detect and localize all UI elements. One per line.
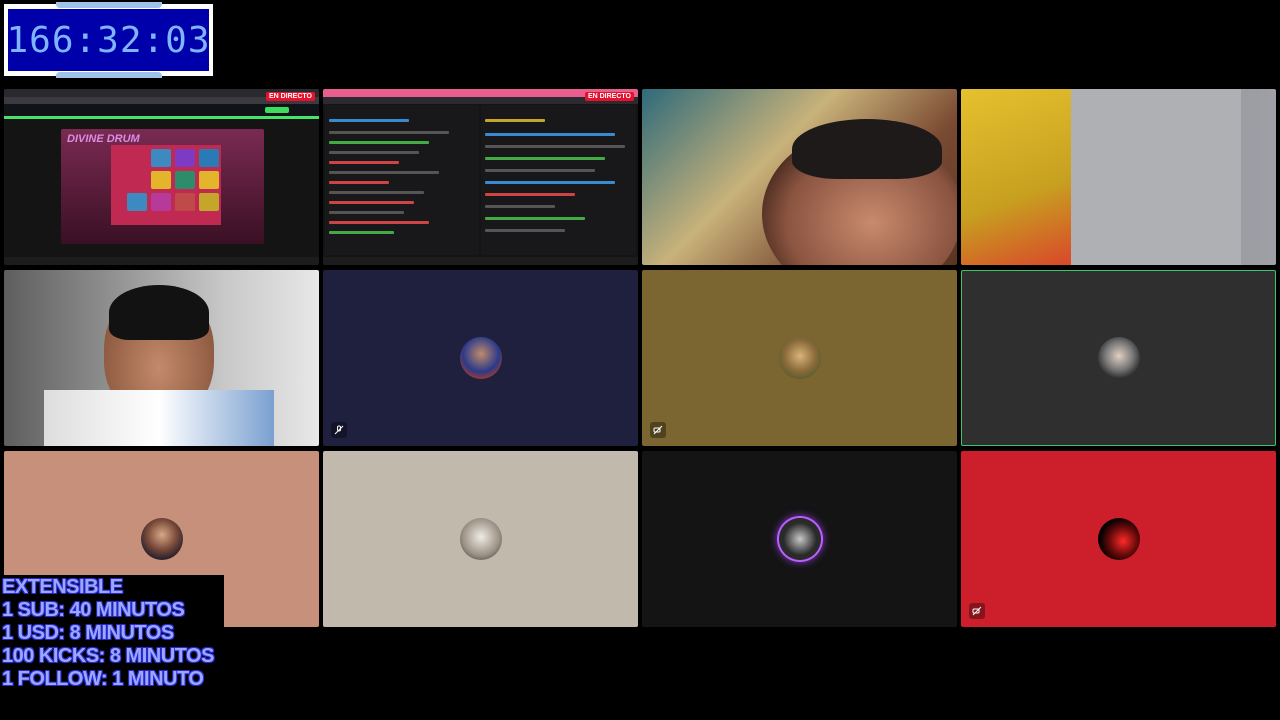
camera-off-icon: [969, 603, 985, 619]
reel-symbol: [175, 171, 195, 189]
live-badge: EN DIRECTO: [584, 92, 634, 101]
tile-screen-share-chat[interactable]: EN DIRECTO: [323, 89, 638, 265]
tile-screen-share-slot[interactable]: EN DIRECTO DIVINE DRUM: [4, 89, 319, 265]
chat-message: [485, 193, 575, 196]
chat-message: [329, 171, 439, 174]
participant-avatar: [778, 337, 821, 379]
chat-message: [329, 191, 424, 194]
chat-pane-left: [325, 105, 479, 255]
timer-tab-top: [56, 2, 162, 8]
timer-display: 166:32:03: [6, 9, 211, 71]
chat-message: [485, 181, 615, 184]
participant-avatar: [459, 518, 502, 560]
tile-camera-shirt[interactable]: [961, 89, 1276, 265]
participant-avatar: [459, 337, 502, 379]
reel-symbol: [151, 171, 171, 189]
camera-subject-shirt: [1071, 89, 1241, 265]
extensible-rule-usd: 1 USD: 8 MINUTOS: [2, 622, 174, 644]
chat-message: [485, 229, 565, 232]
chat-message: [329, 211, 404, 214]
reel-symbol: [151, 149, 171, 167]
extensible-rules-panel: EXTENSIBLE 1 SUB: 40 MINUTOS 1 USD: 8 MI…: [0, 575, 224, 695]
tile-camera-face[interactable]: [642, 89, 957, 265]
extensible-title: EXTENSIBLE: [2, 576, 123, 598]
os-taskbar: [323, 257, 638, 265]
chat-message: [329, 131, 449, 134]
live-badge: EN DIRECTO: [265, 92, 315, 101]
slot-reels: [111, 145, 221, 225]
tile-participant-olive[interactable]: [642, 270, 957, 446]
chat-message: [485, 133, 615, 136]
stream-timer: 166:32:03: [4, 2, 213, 78]
participant-avatar: [1097, 518, 1140, 560]
participant-avatar: [140, 518, 183, 560]
tile-participant-gray[interactable]: [961, 270, 1276, 446]
slot-game-title: DIVINE DRUM: [67, 133, 140, 145]
chat-message: [329, 181, 389, 184]
timer-tab-bottom: [56, 72, 162, 78]
participant-avatar-speaking: [778, 518, 821, 560]
chat-message: [329, 231, 394, 234]
camera-off-icon: [650, 422, 666, 438]
extensible-rule-kicks: 100 KICKS: 8 MINUTOS: [2, 645, 214, 667]
timer-value: 166:32:03: [6, 19, 211, 61]
reel-symbol: [127, 193, 147, 211]
chat-message: [329, 119, 409, 122]
extensible-rule-sub: 1 SUB: 40 MINUTOS: [2, 599, 185, 621]
reel-symbol: [151, 193, 171, 211]
chat-message: [485, 145, 625, 148]
camera-object-toy: [961, 89, 1071, 265]
reel-symbol: [175, 149, 195, 167]
chat-message: [485, 169, 595, 172]
chat-message: [329, 141, 429, 144]
chat-message: [329, 201, 414, 204]
site-header: [4, 104, 319, 116]
camera-subject-hair: [792, 119, 942, 179]
participant-avatar: [1097, 337, 1140, 379]
chat-message: [329, 221, 429, 224]
site-banner: [4, 116, 319, 119]
reel-symbol: [199, 149, 219, 167]
reel-symbol: [199, 193, 219, 211]
chat-pane-right: [481, 105, 636, 255]
camera-subject-hair: [109, 285, 209, 340]
chat-message: [485, 205, 555, 208]
slot-game-window: DIVINE DRUM: [61, 129, 264, 244]
chat-message: [329, 151, 419, 154]
tile-participant-red[interactable]: [961, 451, 1276, 627]
chat-message: [485, 119, 545, 122]
reel-symbol: [199, 171, 219, 189]
chat-message: [485, 217, 585, 220]
mic-muted-icon: [331, 422, 347, 438]
site-deposit-button: [265, 107, 289, 113]
tile-participant-dark-speaking[interactable]: [642, 451, 957, 627]
tile-camera-headphones[interactable]: [4, 270, 319, 446]
extensible-rule-follow: 1 FOLLOW: 1 MINUTO: [2, 668, 204, 690]
tile-participant-navy[interactable]: [323, 270, 638, 446]
os-taskbar: [4, 257, 319, 265]
chat-message: [329, 161, 399, 164]
tile-participant-beige[interactable]: [323, 451, 638, 627]
camera-subject-shirt: [44, 390, 274, 446]
reel-symbol: [175, 193, 195, 211]
chat-message: [485, 157, 605, 160]
